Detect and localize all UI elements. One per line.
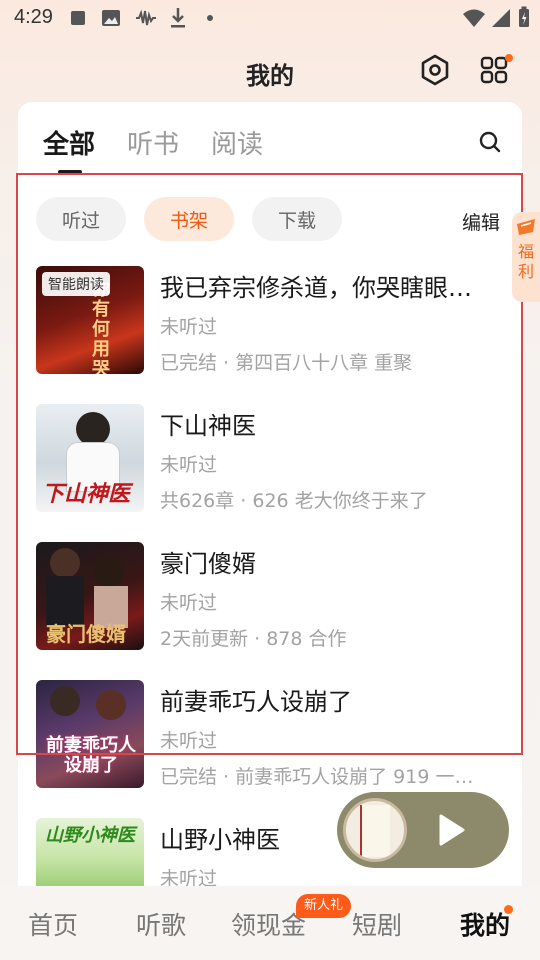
smart-reading-badge: 智能朗读	[42, 272, 110, 296]
gift-icon	[517, 219, 535, 235]
book-meta: 已完结 · 前妻乖巧人设崩了 919 一…	[160, 766, 474, 788]
play-button[interactable]	[433, 812, 469, 848]
search-icon	[479, 131, 501, 153]
book-item[interactable]: 下山神医 下山神医 未听过 共626章 · 626 老大你终于来了	[36, 404, 506, 514]
book-cover: 下山神医	[36, 404, 144, 512]
battery-icon	[519, 6, 529, 27]
book-status: 未听过	[160, 730, 218, 752]
welfare-label: 福利	[517, 242, 534, 281]
wifi-icon	[463, 9, 485, 27]
cover-art-text: 山野小神医	[45, 825, 135, 846]
status-bar: 4:29	[0, 0, 540, 36]
book-meta: 共626章 · 626 老大你终于来了	[160, 490, 428, 512]
cover-art-text: 下山神医	[42, 481, 131, 507]
image-icon	[102, 10, 120, 26]
apps-button[interactable]	[477, 52, 513, 88]
nav-shorts[interactable]: 短剧	[352, 906, 402, 942]
signal-icon	[492, 9, 510, 27]
filter-bookshelf[interactable]: 书架	[144, 197, 234, 241]
cover-art-text: 前妻乖巧人设崩了	[46, 735, 136, 776]
tab-all[interactable]: 全部	[43, 124, 95, 161]
notification-dot	[504, 905, 513, 914]
book-cover: 你有何用 哭瞎眼 智能朗读	[36, 266, 144, 374]
book-item[interactable]: 你有何用 哭瞎眼 智能朗读 我已弃宗修杀道，你哭瞎眼… 未听过 已完结 · 第四…	[36, 266, 506, 376]
book-cover: 前妻乖巧人设崩了	[36, 680, 144, 788]
edit-button[interactable]: 编辑	[462, 208, 500, 235]
book-item[interactable]: 豪门傻婿 豪门傻婿 未听过 2天前更新 · 878 合作	[36, 542, 506, 652]
book-title: 豪门傻婿	[160, 550, 256, 578]
nav-mine[interactable]: 我的	[460, 906, 510, 942]
nav-music[interactable]: 听歌	[136, 906, 186, 942]
book-title: 我已弃宗修杀道，你哭瞎眼…	[160, 274, 472, 302]
book-item[interactable]: 前妻乖巧人设崩了 前妻乖巧人设崩了 未听过 已完结 · 前妻乖巧人设崩了 919…	[36, 680, 506, 790]
book-meta: 已完结 · 第四百八十八章 重聚	[160, 352, 413, 374]
tab-audiobooks[interactable]: 听书	[127, 124, 179, 161]
stop-square-icon	[71, 11, 85, 25]
book-title: 下山神医	[160, 412, 256, 440]
settings-hex-icon	[421, 54, 449, 86]
status-time: 4:29	[14, 6, 53, 28]
book-cover: 豪门傻婿	[36, 542, 144, 650]
dot-icon	[207, 15, 213, 21]
download-icon	[171, 8, 185, 28]
book-meta: 2天前更新 · 878 合作	[160, 628, 347, 650]
mini-player[interactable]	[337, 792, 509, 868]
filter-listened[interactable]: 听过	[36, 197, 126, 241]
notification-dot	[505, 54, 513, 62]
tab-underline	[58, 170, 82, 174]
book-status: 未听过	[160, 316, 218, 338]
book-status: 未听过	[160, 454, 218, 476]
book-cover: 山野小神医	[36, 818, 144, 886]
book-status: 未听过	[160, 592, 218, 614]
bottom-nav: 首页 听歌 领现金 短剧 我的	[0, 886, 540, 960]
nav-home[interactable]: 首页	[28, 906, 78, 942]
tab-bar: 全部 听书 阅读	[18, 102, 522, 174]
cover-art-text: 豪门傻婿	[46, 622, 126, 646]
welfare-tab[interactable]: 福利	[512, 212, 540, 302]
audio-wave-icon	[136, 9, 156, 26]
search-button[interactable]	[478, 130, 502, 154]
tab-reading[interactable]: 阅读	[211, 124, 263, 161]
nav-cash[interactable]: 领现金	[231, 906, 306, 942]
new-user-gift-badge: 新人礼	[296, 894, 352, 918]
filter-downloads[interactable]: 下载	[252, 197, 342, 241]
now-playing-cover	[343, 798, 407, 862]
page-title: 我的	[246, 62, 294, 90]
book-title: 前妻乖巧人设崩了	[160, 688, 352, 716]
settings-button[interactable]	[417, 52, 453, 88]
play-icon	[439, 814, 465, 846]
